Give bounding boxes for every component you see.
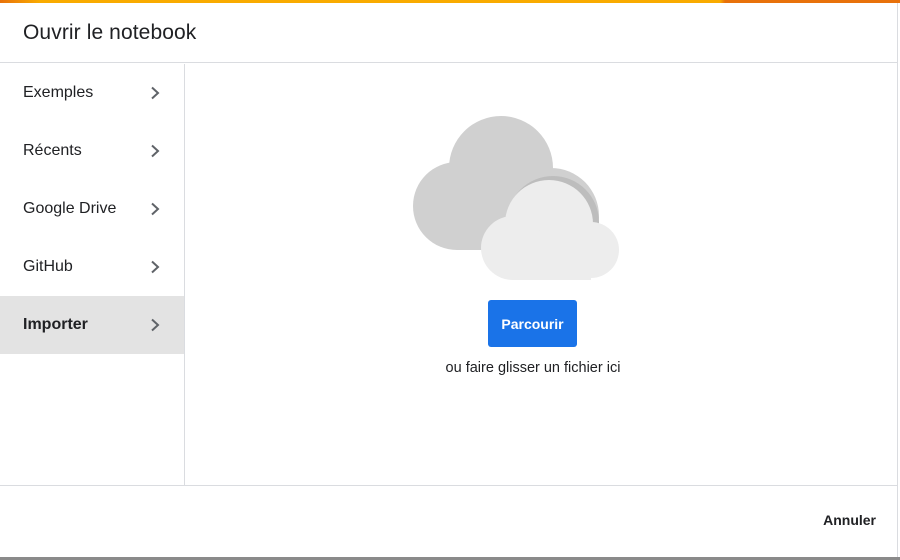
browse-button[interactable]: Parcourir: [488, 300, 577, 347]
sidebar-item-label: Google Drive: [23, 200, 117, 217]
cloud-icon: [413, 116, 619, 280]
sidebar-item-recents[interactable]: Récents: [0, 122, 184, 180]
drop-zone-hint: ou faire glisser un fichier ici: [445, 360, 621, 376]
sidebar-item-label: Récents: [23, 142, 82, 159]
chevron-right-icon: [148, 202, 162, 216]
chevron-right-icon: [148, 86, 162, 100]
chevron-right-icon: [148, 260, 162, 274]
source-sidebar: Exemples Récents Google Drive GitHub Imp…: [0, 64, 185, 485]
open-notebook-dialog: Ouvrir le notebook Exemples Récents Goog…: [0, 3, 898, 557]
upload-panel: Parcourir ou faire glisser un fichier ic…: [185, 64, 898, 485]
sidebar-item-label: Exemples: [23, 84, 94, 101]
sidebar-item-exemples[interactable]: Exemples: [0, 64, 184, 122]
dialog-body: Exemples Récents Google Drive GitHub Imp…: [0, 64, 898, 485]
sidebar-item-label: GitHub: [23, 258, 73, 275]
dialog-title: Ouvrir le notebook: [23, 20, 197, 44]
dialog-header: Ouvrir le notebook: [0, 3, 897, 63]
cancel-button[interactable]: Annuler: [823, 512, 876, 528]
sidebar-item-google-drive[interactable]: Google Drive: [0, 180, 184, 238]
chevron-right-icon: [148, 318, 162, 332]
sidebar-item-importer[interactable]: Importer: [0, 296, 184, 354]
sidebar-item-github[interactable]: GitHub: [0, 238, 184, 296]
chevron-right-icon: [148, 144, 162, 158]
dialog-footer: Annuler: [0, 485, 898, 557]
sidebar-item-label: Importer: [23, 316, 88, 333]
